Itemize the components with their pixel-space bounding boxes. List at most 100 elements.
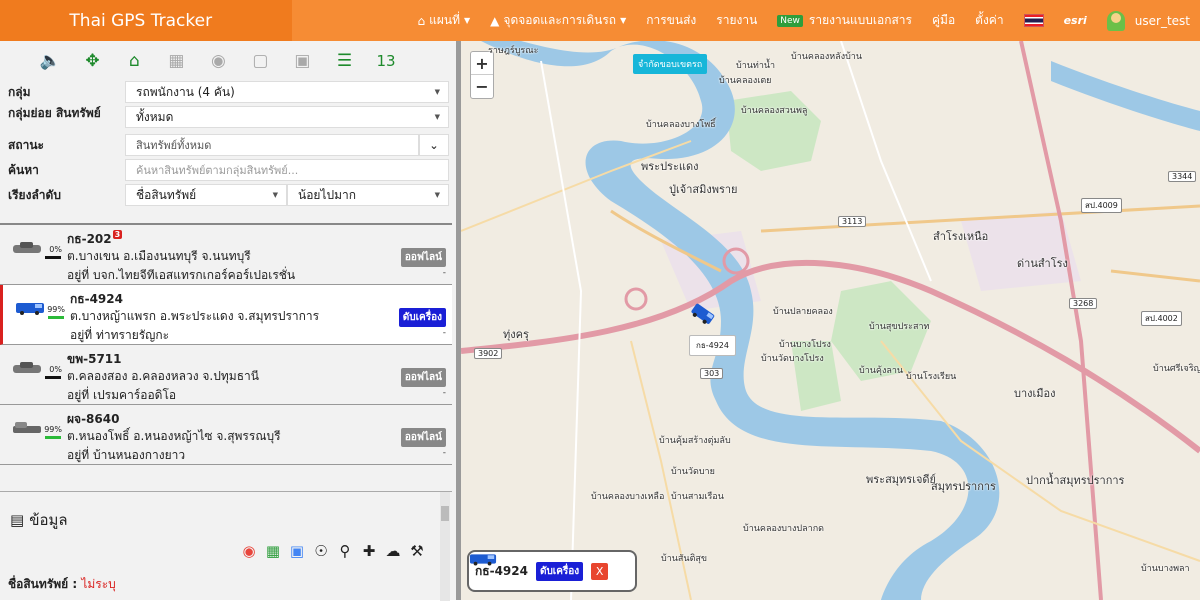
nav-document-reports[interactable]: New รายงานแบบเอกสาร [767, 0, 922, 41]
map-marker-icon[interactable]: ⚲ [336, 542, 354, 560]
map-label: บ้านสันติสุข [661, 551, 707, 565]
polygon-icon[interactable]: ▢ [250, 51, 270, 71]
list-icon[interactable]: ☰ [334, 51, 354, 71]
toolbar: 🔈 ✥ ⌂ ▦ ◉ ▢ ▣ ☰ 13 [0, 41, 456, 81]
map-label: ปู่เจ้าสมิงพราย [669, 180, 737, 198]
battery-percent: 0% [44, 245, 62, 254]
user-menu[interactable]: user_test [1097, 0, 1200, 41]
asset-name-label: ชื่อสินทรัพย์ : [8, 577, 77, 591]
nav-stops-routes[interactable]: ▲ จุดจอดและการเดินรถ ▼ [480, 0, 636, 41]
sound-icon[interactable]: 🔈 [40, 51, 60, 71]
eye-icon[interactable]: ☉ [312, 542, 330, 560]
status-badge: ออฟไลน์ [401, 428, 446, 447]
street-view-icon[interactable]: ▣ [288, 542, 306, 560]
map-label: พระประแดง [641, 157, 698, 175]
home-icon[interactable]: ⌂ [124, 51, 144, 71]
google-maps-icon[interactable]: ◉ [240, 542, 258, 560]
map-label: บ้านคุ้งลาน [859, 363, 903, 377]
map-label: บ้านคลองหลังบ้าน [791, 49, 862, 63]
brand-title[interactable]: Thai GPS Tracker [0, 0, 292, 41]
nav-manual[interactable]: คู่มือ [922, 0, 965, 41]
subgroup-select[interactable]: ทั้งหมด ▼ [125, 106, 449, 128]
status-badge: ออฟไลน์ [401, 368, 446, 387]
map-view[interactable]: + − จำกัดขอบเขตรถ ราษฎร์บูรณะ บ้านท่าน้ำ… [461, 41, 1200, 600]
nav-settings[interactable]: ตั้งค่า [965, 0, 1013, 41]
road-number-badge: 303 [700, 368, 723, 379]
speed-dash: - [443, 448, 446, 458]
sort-by-select[interactable]: ชื่อสินทรัพย์ ▼ [125, 184, 287, 206]
speed-dash: - [443, 328, 446, 338]
map-label: บ้านวัดบาย [671, 464, 715, 478]
username: user_test [1135, 14, 1190, 28]
pickup-icon [12, 421, 42, 435]
vehicle-near: อยู่ที่ เปรมคาร์ออดิโอ [67, 386, 176, 405]
grid-icon[interactable]: ▦ [166, 51, 186, 71]
list-item[interactable]: 99% กธ-4924 ต.บางหญ้าแพรก อ.พระประแดง จ.… [0, 285, 452, 345]
nav-map-label: แผนที่ [429, 11, 460, 30]
nav-transport[interactable]: การขนส่ง [636, 0, 706, 41]
map-pin-icon[interactable]: ◉ [208, 51, 228, 71]
road-icon: ▲ [490, 14, 499, 28]
vehicle-near: อยู่ที่ บจก.ไทยจีทีเอสแทรกเกอร์คอร์เปอเร… [67, 266, 295, 285]
map-label: บ้านสามเรือน [671, 489, 724, 503]
nav-map[interactable]: ⌂ แผนที่ ▼ [408, 0, 481, 41]
cloud-upload-icon[interactable]: ☁ [384, 542, 402, 560]
chevron-down-icon: ▼ [620, 16, 626, 25]
move-icon[interactable]: ✥ [82, 51, 102, 71]
search-label: ค้นหา [8, 163, 125, 178]
battery-bar [48, 316, 64, 319]
wrench-icon[interactable]: ⚒ [408, 542, 426, 560]
plus-icon[interactable]: ✚ [360, 542, 378, 560]
search-input[interactable]: ค้นหาสินทรัพย์ตามกลุ่มสินทรัพย์... [125, 159, 449, 181]
battery-bar [45, 436, 61, 439]
map-label: บ้านศรีเจริญ [1153, 361, 1200, 375]
map-label: บ้านวัดบางโปรง [761, 351, 824, 365]
avatar [1107, 11, 1125, 31]
info-section: ▤ ข้อมูล ◉ ▦ ▣ ☉ ⚲ ✚ ☁ ⚒ ชื่อสินทรัพย์ :… [0, 491, 452, 600]
status-select[interactable]: สินทรัพย์ทั้งหมด [125, 134, 419, 156]
esri-basemap-button[interactable]: esri [1054, 0, 1097, 41]
caret-down-icon: ▼ [435, 191, 440, 199]
status-label: สถานะ [8, 138, 125, 153]
directions-icon[interactable]: ▦ [264, 542, 282, 560]
van-icon [15, 301, 45, 315]
nav-reports[interactable]: รายงาน [706, 0, 767, 41]
map-label: บ้านบางโปรง [779, 337, 831, 351]
sort-order-select[interactable]: น้อยไปมาก ▼ [287, 184, 449, 206]
asset-name-value: ไม่ระบุ [81, 577, 115, 591]
speed-dash: - [443, 388, 446, 398]
list-item[interactable]: 0% ขพ-5711 ต.คลองสอง อ.คลองหลวง จ.ปทุมธา… [0, 345, 452, 405]
lock-icon[interactable]: ▣ [292, 51, 312, 71]
map-label: บ้านคลองเตย [719, 73, 771, 87]
info-title-text: ข้อมูล [29, 508, 67, 532]
road-number-badge: สป.4002 [1141, 311, 1182, 326]
document-icon: ▤ [10, 511, 24, 529]
status-badge: ดับเครื่อง [399, 308, 446, 327]
group-select[interactable]: รถพนักงาน (4 คัน) ▼ [125, 81, 449, 103]
status-dropdown-button[interactable]: ⌄ [419, 134, 449, 156]
vehicle-popup[interactable]: กธ-4924 ดับเครื่อง X [467, 550, 637, 592]
status-badge: ออฟไลน์ [401, 248, 446, 267]
scroll-thumb[interactable] [441, 506, 449, 521]
vehicle-address: ต.หนองโพธิ์ อ.หนองหญ้าไซ จ.สุพรรณบุรี [67, 427, 281, 446]
new-badge: New [777, 15, 803, 27]
map-label: บ้านคลองบางเหลือ [591, 489, 664, 503]
map-label: สมุทรปราการ [931, 477, 996, 495]
map-label: บ้านโรงเรียน [906, 369, 956, 383]
sort-by-value: ชื่อสินทรัพย์ [136, 186, 196, 205]
plate-text: กธ-4924 [70, 292, 123, 306]
road-number-badge: 3902 [474, 348, 502, 359]
sort-row: เรียงลำดับ ชื่อสินทรัพย์ ▼ น้อยไปมาก ▼ [0, 184, 456, 206]
info-scrollbar[interactable] [440, 492, 450, 601]
route-limit-chip[interactable]: จำกัดขอบเขตรถ [633, 54, 707, 74]
language-flag-button[interactable] [1014, 0, 1054, 41]
close-button[interactable]: X [591, 563, 608, 580]
vehicle-address: ต.บางหญ้าแพรก อ.พระประแดง จ.สมุทรปราการ [70, 307, 319, 326]
map-label: บ้านคุ้มสร้างตุ่มลับ [659, 433, 731, 447]
car-icon [12, 241, 42, 255]
status-badge: ดับเครื่อง [536, 562, 583, 581]
zoom-out-button[interactable]: − [471, 75, 493, 98]
caret-down-icon: ▼ [435, 88, 440, 96]
list-item[interactable]: 0% กธ-2023 ต.บางเขน อ.เมืองนนทบุรี จ.นนท… [0, 225, 452, 285]
list-item[interactable]: 99% ผจ-8640 ต.หนองโพธิ์ อ.หนองหญ้าไซ จ.ส… [0, 405, 452, 465]
